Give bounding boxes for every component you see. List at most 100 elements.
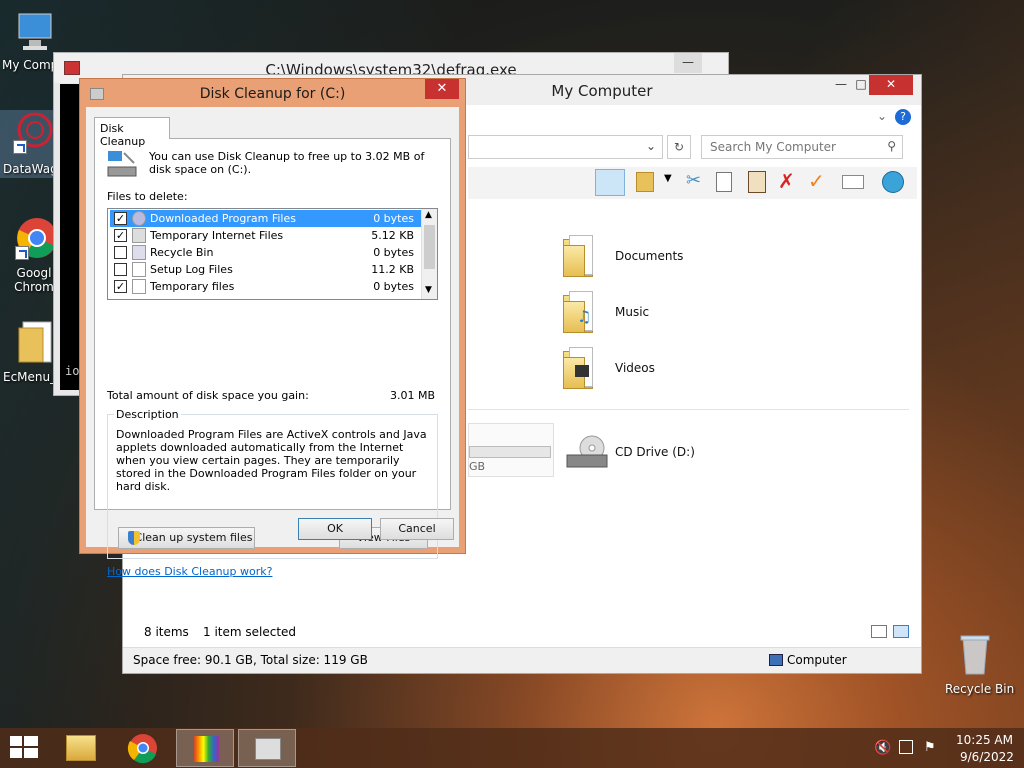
drive-item-cd[interactable]: CD Drive (D:) <box>561 429 721 473</box>
status-bar-top: 8 items 1 item selected <box>123 620 921 646</box>
copy-icon[interactable] <box>716 172 732 192</box>
address-bar[interactable]: ⌄ <box>468 135 663 159</box>
disk-cleanup-icon <box>255 738 281 760</box>
total-value: 3.01 MB <box>390 389 436 402</box>
layout-pane-icon[interactable] <box>595 169 625 196</box>
taskbar: 🔇 ⚑ 10:25 AM 9/6/2022 <box>0 728 1024 768</box>
file-size: 11.2 KB <box>371 263 414 276</box>
file-size: 0 bytes <box>373 246 414 259</box>
taskbar-file-explorer[interactable] <box>52 729 110 767</box>
disk-cleanup-dialog[interactable]: Disk Cleanup for (C:) ✕ Disk Cleanup You… <box>79 78 466 578</box>
space-info: Space free: 90.1 GB, Total size: 119 GB <box>133 653 368 667</box>
music-folder-icon: ♫ <box>563 291 595 333</box>
file-name: Temporary files <box>150 280 235 293</box>
start-button[interactable] <box>10 736 38 760</box>
files-to-delete-label: Files to delete: <box>107 190 188 203</box>
tab-disk-cleanup[interactable]: Disk Cleanup <box>94 117 170 148</box>
list-item[interactable]: Setup Log Files 11.2 KB <box>110 261 422 278</box>
search-placeholder: Search My Computer <box>710 140 836 154</box>
drive-label: CD Drive (D:) <box>615 445 695 459</box>
list-item[interactable]: ✓ Temporary files 0 bytes <box>110 278 422 295</box>
clock-date[interactable]: 9/6/2022 <box>960 750 1014 764</box>
network-icon[interactable] <box>899 740 913 754</box>
video-folder-icon <box>563 347 595 389</box>
ok-button[interactable]: OK <box>298 518 372 540</box>
cancel-button[interactable]: Cancel <box>380 518 454 540</box>
folder-label: Documents <box>615 249 684 263</box>
checkmark-icon[interactable]: ✓ <box>808 169 825 193</box>
clean-up-system-files-label: Clean up system files <box>134 531 253 544</box>
dialog-title: Disk Cleanup for (C:) <box>199 86 346 102</box>
drive-item-c[interactable]: GB <box>468 423 554 477</box>
checkbox[interactable] <box>114 246 127 259</box>
shortcut-arrow-icon <box>15 246 29 260</box>
file-name: Temporary Internet Files <box>150 229 284 242</box>
computer-icon <box>13 10 57 54</box>
help-icon[interactable]: ? <box>895 109 911 125</box>
checkbox[interactable]: ✓ <box>114 229 127 242</box>
description-label: Description <box>114 408 181 421</box>
volume-muted-icon[interactable]: 🔇 <box>874 740 891 756</box>
large-icons-view-icon[interactable] <box>893 625 909 638</box>
delete-icon[interactable]: ✗ <box>778 169 795 193</box>
desktop-icon-label: DataWag <box>3 162 58 176</box>
chevron-down-icon[interactable]: ⌄ <box>646 139 656 153</box>
taskbar-defrag[interactable] <box>176 729 234 767</box>
location-label: Computer <box>787 653 847 667</box>
checkbox[interactable] <box>114 263 127 276</box>
clean-up-system-files-button[interactable]: Clean up system files <box>118 527 255 549</box>
desktop-icon-label: My Comp <box>2 58 59 72</box>
file-icon <box>132 279 146 294</box>
search-input[interactable]: Search My Computer ⚲ <box>701 135 903 159</box>
checkbox[interactable]: ✓ <box>114 212 127 225</box>
recycle-bin-icon <box>953 632 997 676</box>
clock-time[interactable]: 10:25 AM <box>956 733 1013 747</box>
list-item[interactable]: ✓ Temporary Internet Files 5.12 KB <box>110 227 422 244</box>
close-button[interactable]: ✕ <box>425 79 459 99</box>
command-toolbar: ▼ ✂ ✗ ✓ <box>468 167 917 199</box>
desktop-icon-my-computer[interactable]: My Comp <box>0 10 70 72</box>
desktop-icon-label: Recycle Bin <box>945 682 1015 696</box>
help-link[interactable]: How does Disk Cleanup work? <box>107 565 272 578</box>
chevron-down-icon[interactable]: ▼ <box>664 173 672 184</box>
action-center-icon[interactable]: ⚑ <box>924 740 936 755</box>
folder-item-videos[interactable]: Videos <box>563 347 713 391</box>
scroll-thumb[interactable] <box>424 225 435 269</box>
minimize-button[interactable]: — <box>674 53 702 73</box>
console-text: io <box>65 364 80 378</box>
folder-item-music[interactable]: ♫ Music <box>563 291 713 335</box>
status-bar-bottom: Space free: 90.1 GB, Total size: 119 GB … <box>123 647 921 673</box>
files-list[interactable]: ✓ Downloaded Program Files 0 bytes ✓ Tem… <box>107 208 438 300</box>
list-item[interactable]: Recycle Bin 0 bytes <box>110 244 422 261</box>
rename-icon[interactable] <box>842 175 864 189</box>
scroll-up-icon[interactable]: ▲ <box>425 210 432 220</box>
dialog-body: Disk Cleanup You can use Disk Cleanup to… <box>86 107 459 578</box>
paste-icon[interactable] <box>748 171 766 193</box>
refresh-icon[interactable]: ↻ <box>667 135 691 159</box>
close-button[interactable]: ✕ <box>869 75 913 95</box>
shortcut-arrow-icon <box>13 140 27 154</box>
chevron-down-icon[interactable]: ⌄ <box>877 109 887 123</box>
properties-icon[interactable] <box>636 172 654 192</box>
folder-item-documents[interactable]: Documents <box>563 235 713 279</box>
globe-icon[interactable] <box>882 171 904 193</box>
scroll-down-icon[interactable]: ▼ <box>425 285 432 295</box>
cut-icon[interactable]: ✂ <box>686 170 701 191</box>
list-scrollbar[interactable]: ▲ ▼ <box>421 209 437 299</box>
desktop-icon-recycle-bin[interactable]: Recycle Bin <box>940 632 1014 696</box>
list-item[interactable]: ✓ Downloaded Program Files 0 bytes <box>110 210 422 227</box>
selection-count: 1 item selected <box>203 625 297 639</box>
recycle-bin-icon <box>132 245 146 260</box>
cd-drive-icon <box>565 435 609 469</box>
taskbar-disk-cleanup[interactable] <box>238 729 296 767</box>
taskbar-chrome[interactable] <box>114 729 172 767</box>
file-icon <box>132 211 146 226</box>
total-label: Total amount of disk space you gain: <box>107 389 309 402</box>
desktop-icon-label: Googl Chrom <box>14 266 54 294</box>
search-icon[interactable]: ⚲ <box>887 139 896 153</box>
checkbox[interactable]: ✓ <box>114 280 127 293</box>
file-size: 0 bytes <box>373 212 414 225</box>
description-text: Downloaded Program Files are ActiveX con… <box>116 428 427 493</box>
dialog-titlebar[interactable]: Disk Cleanup for (C:) ✕ <box>80 79 465 107</box>
details-view-icon[interactable] <box>871 625 887 638</box>
